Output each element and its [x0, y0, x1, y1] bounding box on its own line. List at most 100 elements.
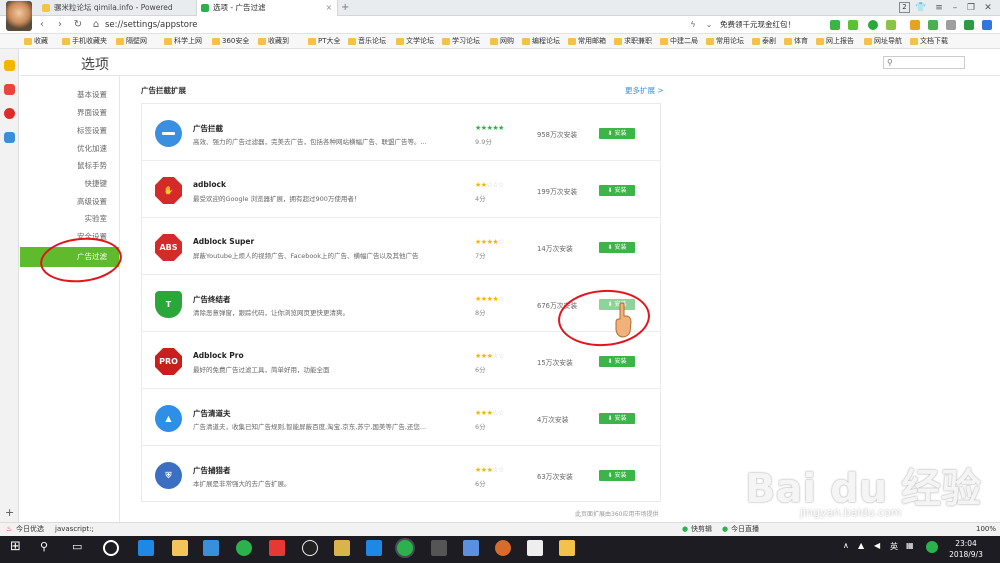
install-button[interactable]: ⬇ 安装 [599, 356, 635, 367]
task-view-icon[interactable]: ▭ [72, 540, 82, 553]
lightning-icon[interactable]: ϟ [686, 17, 700, 33]
bookmark-item[interactable]: 文档下载 [910, 34, 948, 49]
wechat-icon[interactable] [236, 540, 252, 556]
install-button[interactable]: ⬇ 安装 [599, 413, 635, 424]
ime-indicator[interactable]: 英 [890, 541, 898, 552]
status-today-pick[interactable]: 今日优选 [16, 523, 44, 536]
weibo-icon[interactable] [4, 108, 15, 119]
ext-icon[interactable] [868, 20, 878, 30]
browser-360-icon[interactable] [397, 540, 413, 556]
install-button[interactable]: ⬇ 安装 [599, 242, 635, 253]
forward-icon[interactable]: › [53, 17, 67, 33]
sidebar-item-gestures[interactable]: 鼠标手势 [20, 157, 119, 175]
bookmark-item[interactable]: 常用论坛 [706, 34, 744, 49]
sidebar-item-tabs[interactable]: 标签设置 [20, 122, 119, 140]
zoom-level[interactable]: 100% [976, 523, 996, 536]
bookmark-item[interactable]: 泰剧 [752, 34, 776, 49]
settings-search-input[interactable]: ⚲ [883, 56, 965, 69]
app-icon[interactable] [366, 540, 382, 556]
ext-icon[interactable] [964, 20, 974, 30]
ext-icon[interactable] [928, 20, 938, 30]
mail-icon[interactable] [4, 132, 15, 143]
url-input[interactable]: se://settings/appstore [105, 18, 705, 32]
bookmark-item[interactable]: 网址导航 [864, 34, 902, 49]
bookmark-item[interactable]: 音乐论坛 [348, 34, 386, 49]
sidebar-item-ui[interactable]: 界面设置 [20, 104, 119, 122]
sidebar-item-lab[interactable]: 实验室 [20, 210, 119, 228]
sidebar-item-advanced[interactable]: 高级设置 [20, 193, 119, 211]
install-button[interactable]: ⬇ 安装 [599, 470, 635, 481]
close-tab-icon[interactable]: × [326, 0, 332, 16]
status-kuaijian[interactable]: 快剪辑 [691, 523, 712, 536]
app-icon[interactable] [463, 540, 479, 556]
ext-icon[interactable] [886, 20, 896, 30]
bookmark-item[interactable]: 收藏到 [258, 34, 289, 49]
bookmark-item[interactable]: 科学上网 [164, 34, 202, 49]
app-icon[interactable] [431, 540, 447, 556]
app-icon[interactable] [527, 540, 543, 556]
app-icon[interactable] [559, 540, 575, 556]
window-count-badge[interactable]: 2 [899, 2, 910, 13]
back-icon[interactable]: ‹ [35, 17, 49, 33]
skin-icon[interactable]: 👕 [914, 1, 928, 15]
install-button[interactable]: ⬇ 安装 [599, 185, 635, 196]
scissors-icon[interactable] [848, 20, 858, 30]
star-icon[interactable] [4, 60, 15, 71]
ext-icon[interactable] [910, 20, 920, 30]
sidebar-item-basic[interactable]: 基本设置 [20, 86, 119, 104]
qq-icon[interactable] [302, 540, 318, 556]
tab-options-adfilter[interactable]: 选项 - 广告过滤 × [196, 0, 338, 16]
tray-up-icon[interactable]: ∧ [843, 541, 849, 550]
dropdown-icon[interactable]: ⌄ [702, 17, 716, 33]
bookmark-item[interactable]: 中建二局 [660, 34, 698, 49]
refresh-icon[interactable]: ↻ [71, 17, 85, 33]
bookmark-item[interactable]: 网购 [490, 34, 514, 49]
promo-text[interactable]: 免费领千元现金红包！ [720, 18, 795, 32]
ext-icon[interactable] [982, 20, 992, 30]
search-icon[interactable]: ⚲ [40, 540, 48, 553]
maximize-icon[interactable]: ❐ [964, 1, 978, 15]
install-count: 4万次安装 [537, 416, 569, 424]
bookmark-item[interactable]: 学习论坛 [442, 34, 480, 49]
home-icon[interactable]: ⌂ [89, 17, 103, 33]
status-zhibo[interactable]: 今日直播 [731, 523, 759, 536]
app-icon[interactable] [4, 84, 15, 95]
keyboard-icon[interactable]: ▦ [906, 541, 914, 550]
system-clock[interactable]: 23:04 2018/9/3 [944, 538, 988, 560]
store-icon[interactable] [203, 540, 219, 556]
bookmark-item[interactable]: 编程论坛 [522, 34, 560, 49]
bookmark-item[interactable]: PT大全 [308, 34, 341, 49]
tab-qimila[interactable]: 骡米粒论坛 qimila.info - Powered [38, 0, 196, 16]
install-button[interactable]: ⬇ 安装 [599, 128, 635, 139]
user-avatar[interactable] [6, 1, 32, 31]
notification-icon[interactable]: ▲ [858, 541, 864, 550]
add-app-icon[interactable]: + [5, 506, 14, 519]
app-icon[interactable] [334, 540, 350, 556]
app-icon[interactable] [269, 540, 285, 556]
bookmark-item[interactable]: 手机收藏夹 [62, 34, 107, 49]
minimize-icon[interactable]: – [948, 1, 962, 15]
sidebar-item-shortcuts[interactable]: 快捷键 [20, 175, 119, 193]
bookmark-item[interactable]: 体育 [784, 34, 808, 49]
sidebar-item-speed[interactable]: 优化加速 [20, 140, 119, 158]
bookmark-item[interactable]: 隔壁网 [116, 34, 147, 49]
bookmark-item[interactable]: 网上报告 [816, 34, 854, 49]
app-icon[interactable] [495, 540, 511, 556]
ext-icon[interactable] [946, 20, 956, 30]
bookmark-item[interactable]: 求职兼职 [614, 34, 652, 49]
windows-start-icon[interactable]: ⊞ [10, 539, 21, 554]
ext-icon[interactable] [830, 20, 840, 30]
edge-icon[interactable] [138, 540, 154, 556]
app-tray-icon[interactable] [926, 541, 938, 553]
new-tab-button[interactable]: + [341, 0, 349, 16]
bookmark-item[interactable]: 收藏 [24, 34, 48, 49]
speaker-icon[interactable]: ◀ [874, 541, 880, 550]
more-extensions-link[interactable]: 更多扩展 > [625, 85, 664, 96]
menu-icon[interactable]: ≡ [932, 1, 946, 15]
folder-icon[interactable] [172, 540, 188, 556]
app-icon[interactable] [103, 540, 119, 556]
bookmark-item[interactable]: 常用邮箱 [568, 34, 606, 49]
bookmark-item[interactable]: 文学论坛 [396, 34, 434, 49]
bookmark-item[interactable]: 360安全 [212, 34, 249, 49]
close-window-icon[interactable]: ✕ [981, 1, 995, 15]
